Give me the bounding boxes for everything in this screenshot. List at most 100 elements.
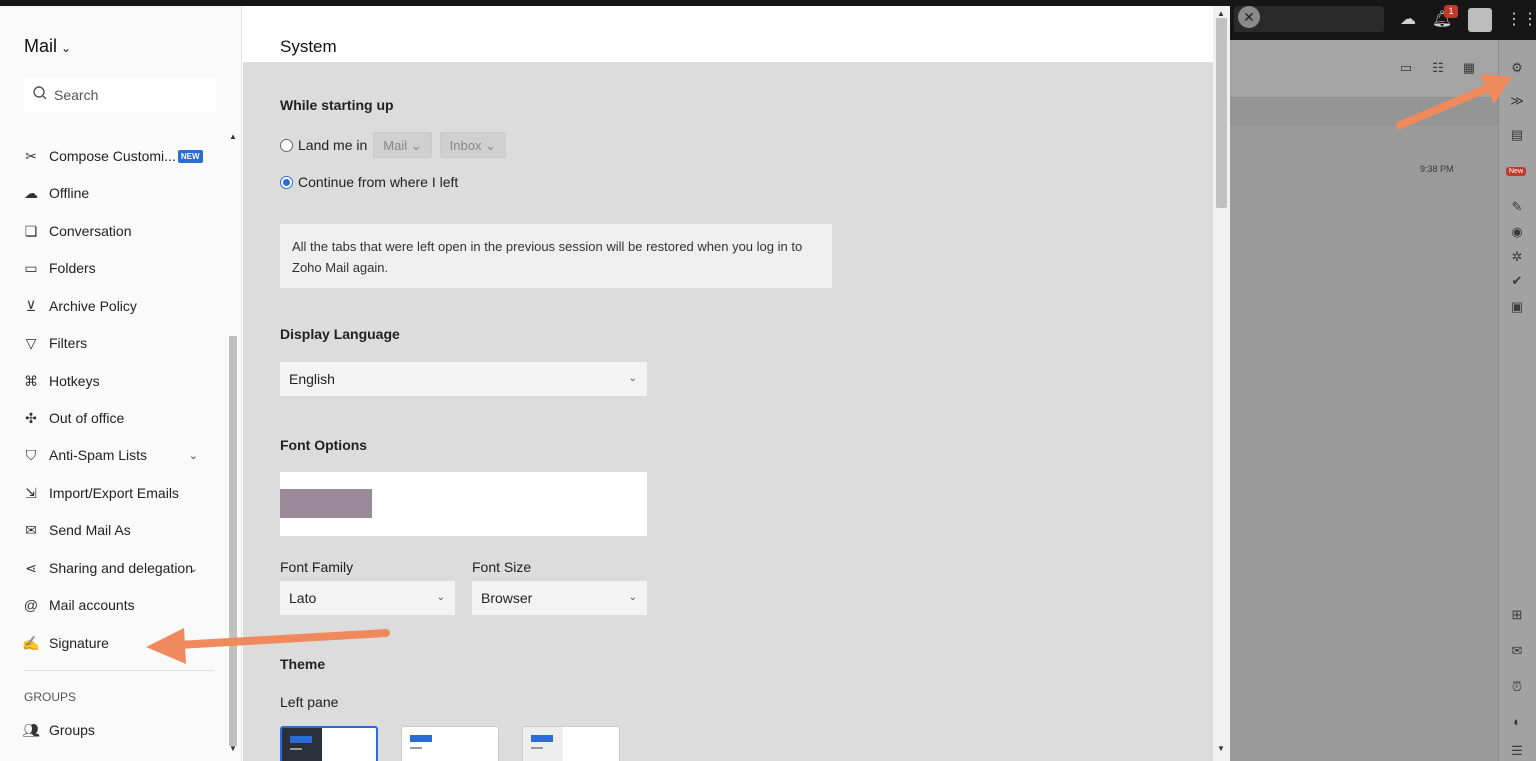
cloud-sync-icon[interactable]: ☁ [1396,8,1420,32]
chevron-down-icon: ⌄ [410,138,422,153]
avatar[interactable] [1468,8,1492,32]
eye-icon[interactable]: ◉ [1506,221,1528,243]
left-pane-label: Left pane [280,694,339,710]
theme-bar [290,736,312,743]
sidebar-item-hotkeys[interactable]: ⌘ Hotkeys [22,367,208,395]
sidebar-item-label: Out of office [49,410,125,426]
sidebar-item-label: Anti-Spam Lists [49,447,148,463]
settings-gear-icon[interactable]: ⚙ [1506,57,1528,79]
megaphone-icon[interactable]: ✉ [1506,640,1528,662]
land-me-in-radio[interactable] [280,138,293,152]
chevron-down-icon: ⌄ [628,592,637,603]
inbox-tray-icon[interactable]: ▤ [1506,124,1528,146]
sidebar-item-send-mail-as[interactable]: ✉ Send Mail As [22,516,208,544]
new-feature-badge: New [1506,167,1527,176]
content-scroll-down-icon[interactable]: ▼ [1217,744,1225,753]
list-view-icon[interactable]: ☷ [1428,58,1448,78]
notes-icon[interactable]: ☰ [1506,740,1528,761]
sidebar-item-conversation[interactable]: ❏ Conversation [22,217,208,245]
theme-option-dark[interactable] [280,726,378,761]
sidebar-item-offline[interactable]: ☁ Offline [22,179,208,207]
toggle-icon[interactable]: ◐ [1506,711,1528,733]
sidebar-item-label: Offline [49,185,90,201]
sidebar-item-sharing-and-delegation[interactable]: ⋖ Sharing and delegation ⌄ [22,554,208,582]
session-info-box: All the tabs that were left open in the … [280,224,832,288]
groups-icon: 👥︎ [22,722,40,738]
sidebar-item-groups[interactable]: 👥︎ Groups [22,716,208,744]
sidebar-item-label: Compose Customi... [49,148,176,164]
sidebar-item-label: Import/Export Emails [49,485,179,501]
sidebar-item-label: Send Mail As [49,522,131,538]
sidebar-item-signature[interactable]: ✍ Signature [22,629,208,657]
sidebar-item-filters[interactable]: ▽ Filters [22,329,208,357]
sidebar-item-import-export[interactable]: ⇲ Import/Export Emails [22,479,208,507]
font-size-label: Font Size [472,559,532,575]
conversation-icon: ❏ [24,223,38,239]
sidebar-item-label: Hotkeys [49,373,100,389]
scroll-down-arrow-icon[interactable]: ▼ [229,744,237,753]
continue-label: Continue from where I left [298,174,459,190]
font-preview-box [280,472,647,536]
startup-section-title: While starting up [280,97,394,113]
new-badge: NEW [177,149,203,163]
continue-option[interactable]: Continue from where I left [280,174,458,190]
close-modal-icon[interactable]: ✕ [1238,6,1260,28]
content-header: System [243,6,1213,62]
sidebar-item-compose-customization[interactable]: ✂ Compose Customi... NEW [22,142,208,170]
customize-icon: ✂ [25,148,37,164]
background-subbar [1230,98,1498,126]
app-switcher[interactable]: Mail ⌄ [24,36,71,57]
sidebar-item-folders[interactable]: ▭ Folders [22,254,208,282]
theme-line [531,747,543,749]
check-icon[interactable]: ✔ [1506,270,1528,292]
sidebar-item-anti-spam-lists[interactable]: ⛉ Anti-Spam Lists ⌄ [22,441,208,469]
display-language-select[interactable]: English ⌄ [280,362,647,396]
scroll-up-arrow-icon[interactable]: ▲ [229,132,237,141]
settings-search-input[interactable]: Search [24,78,216,112]
search-placeholder: Search [54,87,99,103]
chevron-down-icon: ⌄ [61,41,72,55]
shield-icon: ⛉ [25,447,37,463]
sidebar-item-label: Archive Policy [49,298,137,314]
content-scroll-thumb[interactable] [1216,18,1227,208]
chevrons-icon[interactable]: ≫ [1506,90,1528,112]
command-key-icon: ⌘ [24,373,38,389]
theme-option-gray[interactable] [522,726,620,761]
image-folder-icon[interactable]: ▣ [1506,296,1528,318]
sidebar-item-label: Signature [49,635,109,651]
chevron-down-icon: ⌄ [188,562,198,575]
land-app-value: Mail [383,138,408,153]
continue-radio[interactable] [280,175,293,189]
sidebar-item-out-of-office[interactable]: ✣ Out of office [22,404,208,432]
theme-title: Theme [280,656,326,672]
sidebar-scroll-thumb[interactable] [229,336,237,746]
font-family-value: Lato [289,590,317,606]
font-size-select[interactable]: Browser ⌄ [472,581,647,615]
sidebar-item-archive-policy[interactable]: ⊻ Archive Policy [22,292,208,320]
apps-grid-icon[interactable]: ⋮⋮ [1506,8,1536,32]
content-scroll-up-icon[interactable]: ▲ [1217,9,1225,18]
settings-sidebar: Mail ⌄ Search ▲ ▼ ✂ Compose Customi... NE… [0,6,242,761]
sidebar-item-mail-accounts[interactable]: @ Mail accounts [22,591,208,619]
signature-icon: ✍ [22,635,40,651]
land-folder-select[interactable]: Inbox ⌄ [439,132,506,158]
notification-badge: 1 [1444,5,1458,18]
folder-icon: ▭ [24,260,38,276]
background-mail-list [1230,40,1536,761]
theme-bar [531,735,553,742]
theme-option-light[interactable] [401,726,499,761]
land-app-select[interactable]: Mail ⌄ [373,132,432,158]
add-box-icon[interactable]: ⊞ [1506,604,1528,626]
land-me-in-option[interactable]: Land me in Mail ⌄ Inbox ⌄ [280,132,506,158]
offline-icon: ☁ [24,185,38,201]
font-family-select[interactable]: Lato ⌄ [280,581,455,615]
edit-icon[interactable]: ✎ [1506,196,1528,218]
sidebar-divider [24,670,214,671]
theme-gray-preview [523,727,563,761]
alarm-icon[interactable]: ⏰︎ [1506,676,1528,698]
layout-icon[interactable]: ▦ [1459,58,1479,78]
integration-icon[interactable]: ✲ [1506,246,1528,268]
theme-line [290,748,302,750]
land-me-in-label: Land me in [298,137,368,153]
view-icon[interactable]: ▭ [1396,58,1416,78]
